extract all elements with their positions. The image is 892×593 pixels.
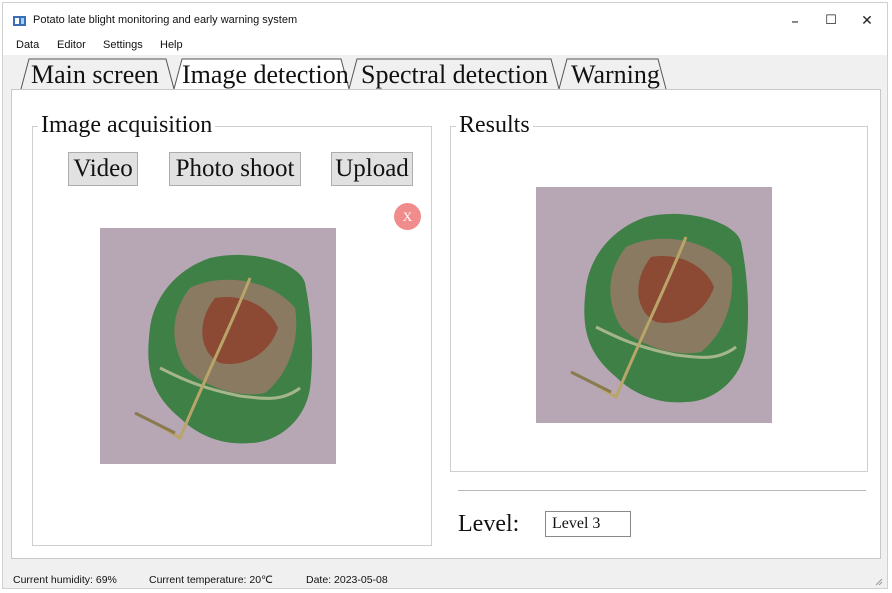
image-acquisition-title: Image acquisition [38,112,216,139]
video-button[interactable]: Video [68,152,138,186]
menu-data[interactable]: Data [16,39,39,51]
menu-bar: Data Editor Settings Help [3,37,887,55]
app-icon [13,16,26,26]
resize-grip-icon[interactable] [873,576,883,586]
tab-main-screen[interactable]: Main screen [31,60,159,90]
app-window: Potato late blight monitoring and early … [2,2,888,589]
tab-bar: Main screen Image detection Spectral det… [11,55,871,91]
tab-spectral-detection[interactable]: Spectral detection [361,60,548,90]
results-divider [458,490,866,491]
temperature-status: Current temperature: 20℃ [149,574,273,586]
title-bar: Potato late blight monitoring and early … [3,3,887,37]
level-label: Level: [458,511,520,537]
tab-warning[interactable]: Warning [571,60,660,90]
window-title: Potato late blight monitoring and early … [33,14,298,26]
results-title: Results [456,112,533,139]
date-status: Date: 2023-05-08 [306,574,388,586]
photo-shoot-button[interactable]: Photo shoot [169,152,301,186]
level-field[interactable]: Level 3 [545,511,631,537]
remove-image-button[interactable]: X [394,203,421,230]
tab-content: Image acquisition Video Photo shoot Uplo… [11,89,881,559]
input-leaf-image [100,228,336,464]
menu-settings[interactable]: Settings [103,39,143,51]
upload-button[interactable]: Upload [331,152,413,186]
status-bar: Current humidity: 69% Current temperatur… [3,568,887,588]
result-leaf-image [536,187,772,423]
menu-editor[interactable]: Editor [57,39,86,51]
humidity-status: Current humidity: 69% [13,574,117,586]
close-button[interactable]: ✕ [845,9,889,33]
tab-image-detection[interactable]: Image detection [182,60,349,90]
menu-help[interactable]: Help [160,39,183,51]
